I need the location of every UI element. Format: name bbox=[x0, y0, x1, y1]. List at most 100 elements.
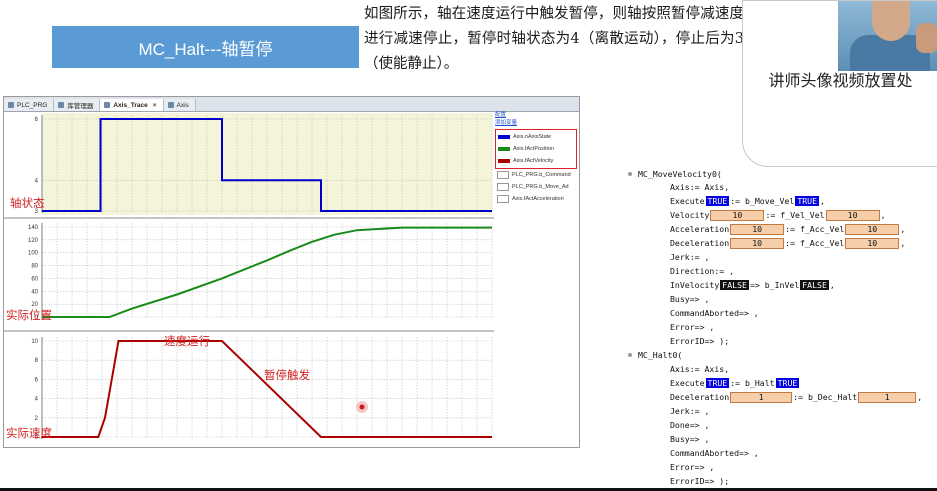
code-text: := f_Vel_Vel bbox=[765, 210, 825, 220]
code-text: , bbox=[900, 238, 906, 248]
online-value[interactable]: 10 bbox=[730, 237, 785, 249]
code-editor[interactable]: MC_MoveVelocity0( Axis:= Axis, Execute TR… bbox=[628, 168, 928, 488]
tab-library-manager[interactable]: 库管理器 bbox=[54, 99, 101, 111]
code-text: , bbox=[880, 210, 886, 220]
legend-label: PLC_PRG.b_Move_Ad bbox=[512, 184, 569, 190]
tab-axis-trace[interactable]: Axis_Trace × bbox=[100, 99, 164, 111]
online-value[interactable]: FALSE bbox=[800, 280, 829, 290]
trace-window: PLC_PRG 库管理器 Axis_Trace × Axis 6 4 3 140 120 1… bbox=[3, 96, 580, 448]
online-value[interactable]: 10 bbox=[730, 223, 785, 235]
code-line: MC_Halt0( bbox=[628, 349, 682, 361]
code-text: Done=> , bbox=[670, 420, 710, 430]
code-line: Deceleration 1:= b_Dec_Halt 1, bbox=[670, 391, 922, 403]
code-line: Axis:= Axis, bbox=[670, 181, 729, 193]
tab-label: 库管理器 bbox=[67, 103, 94, 110]
code-text: , bbox=[829, 280, 835, 290]
code-text: MC_MoveVelocity0( bbox=[638, 169, 722, 179]
position-plot-area bbox=[42, 219, 492, 321]
legend-label: Axis.fActPosition bbox=[513, 146, 554, 152]
legend-item[interactable]: Axis.fActVelocity bbox=[496, 155, 576, 167]
code-line: ErrorID=> ); bbox=[670, 475, 729, 487]
code-text: , bbox=[900, 224, 906, 234]
code-line: Direction:= , bbox=[670, 265, 734, 277]
online-value[interactable]: 10 bbox=[710, 209, 765, 221]
online-value[interactable]: 10 bbox=[845, 223, 900, 235]
series-swatch bbox=[498, 159, 510, 163]
code-text: , bbox=[820, 196, 825, 206]
code-text: Execute bbox=[670, 378, 705, 388]
checkbox-icon[interactable] bbox=[497, 195, 509, 203]
legend-item[interactable]: PLC_PRG.b_Move_Ad bbox=[495, 181, 579, 193]
online-value[interactable]: FALSE bbox=[720, 280, 749, 290]
series-swatch bbox=[498, 147, 510, 151]
code-text: Jerk:= , bbox=[670, 406, 710, 416]
code-text: := f_Acc_Vel bbox=[785, 224, 845, 234]
online-value[interactable]: TRUE bbox=[705, 378, 730, 388]
legend-item[interactable]: PLC_PRG.b_Command bbox=[495, 169, 579, 181]
breakpoint-dot[interactable] bbox=[628, 353, 632, 357]
code-text: := b_Move_Vel bbox=[730, 196, 795, 206]
y-tick-label: 8 bbox=[35, 358, 39, 364]
code-text: Jerk:= , bbox=[670, 252, 710, 262]
code-text: := b_Halt bbox=[730, 378, 775, 388]
code-line: CommandAborted=> , bbox=[670, 307, 759, 319]
code-text: ErrorID=> ); bbox=[670, 336, 730, 346]
y-tick-label: 10 bbox=[31, 339, 38, 345]
add-variable-link[interactable]: 添加变量 bbox=[495, 119, 579, 127]
legend-item[interactable]: Axis.nAxisState bbox=[496, 131, 576, 143]
legend-item[interactable]: Axis.fActPosition bbox=[496, 143, 576, 155]
code-text: Busy=> , bbox=[670, 294, 710, 304]
online-value[interactable]: 1 bbox=[858, 391, 917, 403]
tab-label: Axis bbox=[176, 101, 189, 109]
code-line: InVelocity FALSE => b_InVel FALSE, bbox=[670, 279, 835, 291]
legend-item[interactable]: Axis.fActAcceleration bbox=[495, 193, 579, 205]
presenter-hand bbox=[916, 23, 937, 53]
config-link[interactable]: 配置 bbox=[495, 111, 579, 119]
code-line: Acceleration 10:= f_Acc_Vel 10, bbox=[670, 223, 905, 235]
y-tick-label: 2 bbox=[35, 416, 39, 422]
code-line: Error=> , bbox=[670, 461, 714, 473]
tab-label: Axis_Trace bbox=[113, 101, 148, 109]
checkbox-icon[interactable] bbox=[497, 183, 509, 191]
code-text: , bbox=[917, 392, 923, 402]
y-tick-label: 4 bbox=[35, 397, 39, 403]
tab-plc-prg[interactable]: PLC_PRG bbox=[4, 99, 55, 111]
y-tick-label: 80 bbox=[31, 264, 38, 270]
y-tick-label: 40 bbox=[31, 289, 38, 295]
legend-label: Axis.nAxisState bbox=[513, 134, 552, 140]
legend-label: Axis.fActAcceleration bbox=[512, 196, 564, 202]
y-tick-label: 140 bbox=[28, 225, 39, 231]
y-tick-label: 6 bbox=[35, 377, 39, 383]
code-line: Error=> , bbox=[670, 321, 714, 333]
code-text: => b_InVel bbox=[749, 280, 800, 290]
checkbox-icon[interactable] bbox=[497, 171, 509, 179]
online-value[interactable]: 10 bbox=[845, 237, 900, 249]
code-text: Busy=> , bbox=[670, 434, 710, 444]
code-text: Error=> , bbox=[670, 322, 715, 332]
code-line: Execute TRUE:= b_Move_Vel TRUE, bbox=[670, 195, 825, 207]
slide-title: MC_Halt---轴暂停 bbox=[52, 26, 359, 68]
state-annotation: 轴状态 bbox=[10, 196, 45, 210]
online-value[interactable]: TRUE bbox=[775, 378, 800, 388]
code-text: Velocity bbox=[670, 210, 710, 220]
code-text: Acceleration bbox=[670, 224, 730, 234]
code-line: Execute TRUE:= b_Halt TRUE bbox=[670, 377, 800, 389]
code-text: MC_Halt0( bbox=[638, 350, 683, 360]
code-text: CommandAborted=> , bbox=[670, 308, 759, 318]
y-tick-label: 120 bbox=[28, 238, 39, 244]
y-tick-label: 4 bbox=[35, 178, 39, 184]
code-text: Deceleration bbox=[670, 392, 730, 402]
code-line: ErrorID=> ); bbox=[670, 335, 729, 347]
online-value[interactable]: TRUE bbox=[705, 196, 730, 206]
legend-label: Axis.fActVelocity bbox=[513, 158, 554, 164]
tab-axis[interactable]: Axis bbox=[163, 99, 196, 111]
axis-icon bbox=[167, 102, 174, 108]
online-value[interactable]: TRUE bbox=[795, 196, 820, 206]
legend-highlight: Axis.nAxisState Axis.fActPosition Axis.f… bbox=[495, 129, 577, 169]
online-value[interactable]: 1 bbox=[730, 391, 793, 403]
slide: MC_Halt---轴暂停 如图所示，轴在速度运行中触发暂停，则轴按照暂停减速度… bbox=[0, 0, 937, 491]
code-line: MC_MoveVelocity0( bbox=[628, 168, 722, 180]
close-icon[interactable]: × bbox=[153, 102, 157, 109]
breakpoint-dot[interactable] bbox=[628, 172, 632, 176]
online-value[interactable]: 10 bbox=[825, 209, 880, 221]
